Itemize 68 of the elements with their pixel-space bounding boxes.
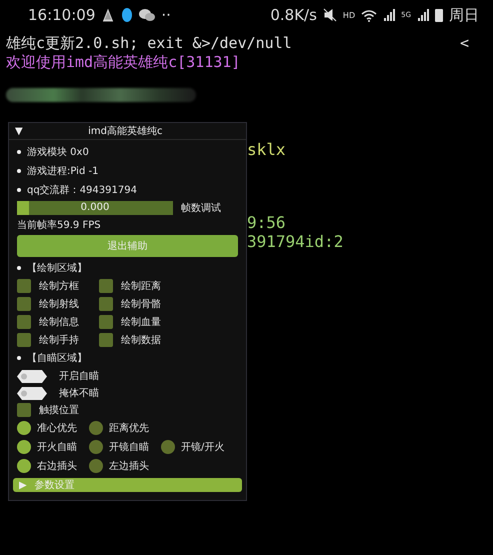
option-label: 开火自瞄 bbox=[37, 440, 77, 454]
radio-button[interactable] bbox=[89, 421, 103, 435]
bullet-icon bbox=[17, 150, 21, 154]
checkbox[interactable] bbox=[99, 279, 113, 293]
signal-icon bbox=[417, 9, 429, 21]
radio-button[interactable] bbox=[17, 440, 31, 454]
toggle-switch[interactable] bbox=[17, 370, 47, 382]
bullet-icon bbox=[17, 188, 21, 192]
slider[interactable]: 0.000 bbox=[17, 201, 173, 215]
radio-button[interactable] bbox=[89, 440, 103, 454]
checkbox[interactable] bbox=[17, 279, 31, 293]
chat-icon bbox=[139, 8, 156, 22]
option-label: 绘制血量 bbox=[121, 316, 161, 329]
checkbox[interactable] bbox=[99, 297, 113, 311]
option-label: 绘制手持 bbox=[39, 334, 79, 347]
option-label: 绘制数据 bbox=[121, 334, 161, 347]
terminal-text: 391794id:2 bbox=[247, 232, 344, 251]
radio-button[interactable] bbox=[17, 459, 31, 473]
bullet-icon bbox=[17, 266, 21, 270]
checkbox[interactable] bbox=[17, 333, 31, 347]
option-label: 开镜/开火 bbox=[181, 440, 224, 454]
collapse-arrow[interactable]: ▼ bbox=[15, 126, 23, 136]
wifi-icon bbox=[361, 8, 378, 22]
terminal-text: 9:56 bbox=[247, 213, 287, 232]
panel-title: imd高能英雄纯c bbox=[87, 124, 164, 138]
option-label: 触摸位置 bbox=[39, 404, 79, 417]
toggle-switch[interactable] bbox=[17, 386, 47, 400]
more-notifications: ·· bbox=[161, 6, 171, 24]
back-arrow[interactable]: < bbox=[460, 34, 469, 53]
radio-button[interactable] bbox=[89, 459, 103, 473]
network-speed: 0.8K/s bbox=[270, 6, 317, 24]
option-label: 距离优先 bbox=[109, 422, 149, 435]
battery-icon bbox=[435, 8, 443, 22]
section-title: 【绘制区域】 bbox=[27, 262, 87, 275]
option-label: 掩体不瞄 bbox=[59, 386, 99, 400]
info-text: 游戏进程:Pid -1 bbox=[27, 164, 98, 178]
option-label: 右边插头 bbox=[37, 460, 77, 473]
bullet-icon bbox=[17, 169, 21, 173]
hd-label: HD bbox=[342, 10, 356, 20]
mute-icon bbox=[322, 8, 337, 22]
slider-label: 帧数调试 bbox=[181, 202, 221, 215]
option-label: 开镜自瞄 bbox=[109, 440, 149, 454]
radio-button[interactable] bbox=[161, 440, 175, 454]
option-label: 左边插头 bbox=[109, 460, 149, 473]
option-label: 绘制骨骼 bbox=[121, 298, 161, 311]
option-label: 绘制信息 bbox=[39, 316, 79, 329]
terminal-text: sklx bbox=[247, 140, 287, 159]
terminal-line: 欢迎使用imd高能英雄纯c[31131] bbox=[6, 53, 240, 72]
checkbox[interactable] bbox=[17, 297, 31, 311]
option-label: 开启自瞄 bbox=[59, 370, 99, 383]
option-label: 绘制距离 bbox=[121, 280, 161, 293]
radio-button[interactable] bbox=[17, 421, 31, 435]
info-text: 游戏模块 0x0 bbox=[27, 146, 89, 159]
bullet-icon bbox=[17, 356, 21, 360]
checkbox[interactable] bbox=[17, 403, 31, 417]
clock: 16:10:09 bbox=[28, 6, 96, 24]
option-label: 绘制方框 bbox=[39, 280, 79, 293]
info-text: qq交流群：494391794 bbox=[27, 184, 137, 197]
option-label: 绘制射线 bbox=[39, 298, 79, 311]
checkbox[interactable] bbox=[99, 315, 113, 329]
signal-icon bbox=[383, 9, 396, 21]
section-title: 【自瞄区域】 bbox=[27, 352, 87, 365]
terminal-line: 雄纯c更新2.0.sh; exit &>/dev/null bbox=[6, 34, 292, 53]
option-label: 准心优先 bbox=[37, 422, 77, 435]
checkbox[interactable] bbox=[99, 333, 113, 347]
weekday: 周日 bbox=[449, 6, 479, 24]
checkbox[interactable] bbox=[17, 315, 31, 329]
fps-text: 当前帧率59.9 FPS bbox=[17, 218, 102, 232]
